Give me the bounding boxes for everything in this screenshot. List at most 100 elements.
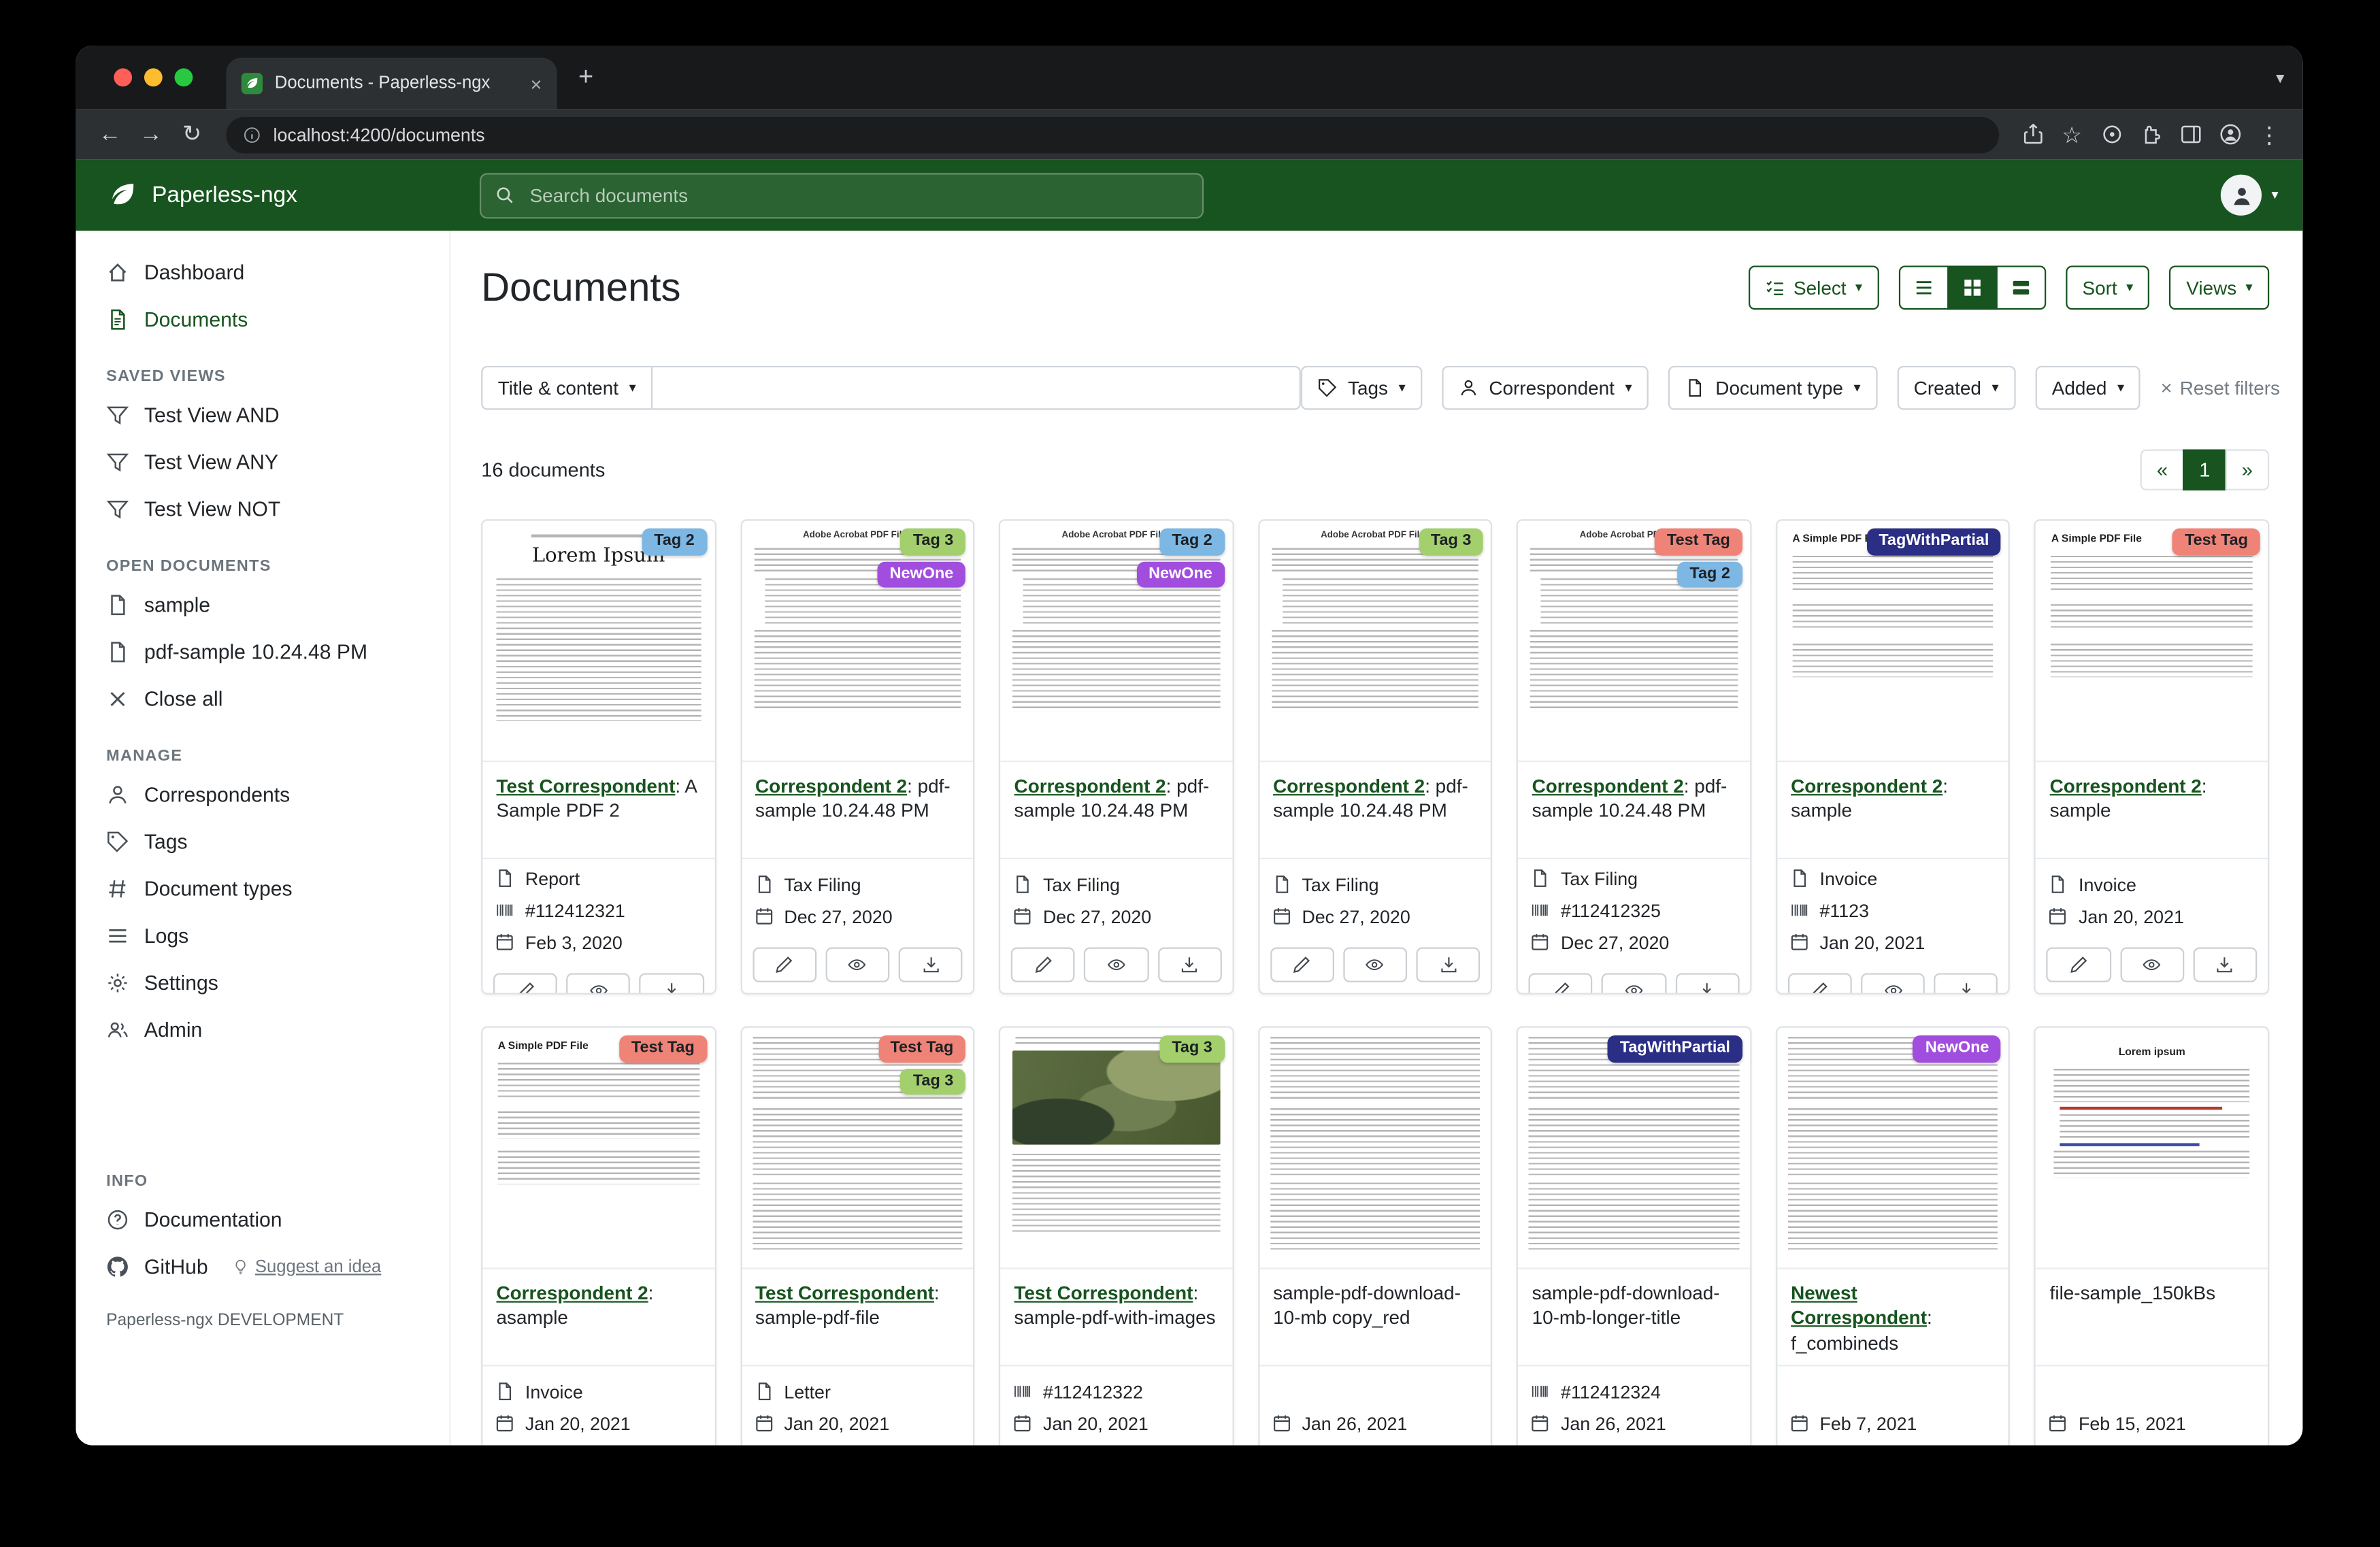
tag-badge[interactable]: Test Tag bbox=[878, 1035, 966, 1062]
sidebar-item-dashboard[interactable]: Dashboard bbox=[76, 249, 450, 296]
document-thumbnail[interactable]: A Simple PDF File Test Tag bbox=[2036, 520, 2268, 762]
correspondent-filter-button[interactable]: Correspondent ▾ bbox=[1442, 366, 1649, 410]
app-brand[interactable]: Paperless-ngx bbox=[106, 179, 297, 211]
correspondent-link[interactable]: Test Correspondent bbox=[1014, 1283, 1193, 1304]
correspondent-link[interactable]: Test Correspondent bbox=[497, 776, 676, 797]
tag-badge[interactable]: TagWithPartial bbox=[1608, 1035, 1742, 1062]
browser-tab[interactable]: Documents - Paperless-ngx × bbox=[226, 58, 557, 110]
document-card[interactable]: A Simple PDF File Test Tag Correspondent… bbox=[2034, 519, 2269, 994]
tag-badge[interactable]: Tag 3 bbox=[901, 1068, 965, 1095]
minimize-window-button[interactable] bbox=[144, 68, 163, 86]
edit-button[interactable] bbox=[493, 973, 557, 994]
document-thumbnail[interactable] bbox=[1259, 1028, 1491, 1269]
title-content-input[interactable] bbox=[652, 366, 1301, 410]
views-button[interactable]: Views ▾ bbox=[2170, 266, 2269, 310]
tag-badge[interactable]: Tag 3 bbox=[901, 529, 965, 555]
prev-page-button[interactable]: « bbox=[2141, 450, 2185, 490]
view-button[interactable] bbox=[825, 948, 889, 982]
tag-badge[interactable]: TagWithPartial bbox=[1867, 529, 2002, 555]
sidebar-item-test-view-any[interactable]: Test View ANY bbox=[76, 439, 450, 486]
download-button[interactable] bbox=[1675, 973, 1739, 994]
edit-button[interactable] bbox=[753, 948, 816, 982]
detail-view-button[interactable] bbox=[1996, 266, 2046, 310]
edit-button[interactable] bbox=[2047, 948, 2111, 982]
tag-badge[interactable]: Tag 3 bbox=[1160, 1035, 1225, 1062]
correspondent-link[interactable]: Correspondent 2 bbox=[2050, 776, 2202, 797]
sidebar-item-sample[interactable]: sample bbox=[76, 582, 450, 629]
download-button[interactable] bbox=[1934, 973, 1998, 994]
sidebar-item-pdf-sample-10-24-48-pm[interactable]: pdf-sample 10.24.48 PM bbox=[76, 629, 450, 676]
reload-button[interactable]: ↻ bbox=[173, 123, 211, 146]
current-page-button[interactable]: 1 bbox=[2183, 450, 2227, 490]
document-thumbnail[interactable]: Adobe Acrobat PDF Files Tag 3 bbox=[1259, 520, 1491, 762]
download-button[interactable] bbox=[1417, 948, 1481, 982]
correspondent-link[interactable]: Correspondent 2 bbox=[1791, 776, 1943, 797]
document-card[interactable]: Adobe Acrobat PDF Files Tag 3 Correspond… bbox=[1258, 519, 1493, 994]
created-filter-button[interactable]: Created ▾ bbox=[1897, 366, 2015, 410]
sidebar-item-logs[interactable]: Logs bbox=[76, 912, 450, 959]
tags-filter-button[interactable]: Tags ▾ bbox=[1301, 366, 1422, 410]
forward-button[interactable]: → bbox=[132, 123, 170, 146]
document-card[interactable]: Adobe Acrobat PDF Files Tag 3NewOne Corr… bbox=[740, 519, 975, 994]
correspondent-link[interactable]: Test Correspondent bbox=[755, 1283, 934, 1304]
document-thumbnail[interactable]: Adobe Acrobat PDF Files Tag 3NewOne bbox=[742, 520, 973, 762]
sort-button[interactable]: Sort ▾ bbox=[2066, 266, 2150, 310]
list-view-button[interactable] bbox=[1899, 266, 1949, 310]
view-button[interactable] bbox=[567, 973, 631, 994]
extensions-puzzle-icon[interactable] bbox=[2132, 116, 2169, 153]
view-button[interactable] bbox=[1602, 973, 1666, 994]
document-thumbnail[interactable]: NewOne bbox=[1777, 1028, 2009, 1269]
zoom-window-button[interactable] bbox=[175, 68, 193, 86]
sidebar-item-close-all[interactable]: Close all bbox=[76, 676, 450, 722]
side-panel-icon[interactable] bbox=[2172, 116, 2209, 153]
tag-badge[interactable]: Tag 2 bbox=[1160, 529, 1225, 555]
document-card[interactable]: Lorem ipsum file-sample_150kBs Feb 15, 2… bbox=[2034, 1027, 2269, 1446]
document-card[interactable]: Lorem Ipsum Tag 2 Test Correspondent: A … bbox=[481, 519, 716, 994]
sidebar-item-documents[interactable]: Documents bbox=[76, 296, 450, 343]
sidebar-item-document-types[interactable]: Document types bbox=[76, 865, 450, 912]
sidebar-item-github[interactable]: GitHubSuggest an idea bbox=[76, 1244, 450, 1291]
close-window-button[interactable] bbox=[114, 68, 132, 86]
document-thumbnail[interactable]: Adobe Acrobat PDF Files Test TagTag 2 bbox=[1519, 520, 1750, 762]
document-thumbnail[interactable]: Tag 3 bbox=[1000, 1028, 1232, 1269]
document-thumbnail[interactable]: A Simple PDF File TagWithPartial bbox=[1777, 520, 2009, 762]
document-thumbnail[interactable]: A Simple PDF File Test Tag bbox=[482, 1028, 714, 1269]
reset-filters-link[interactable]: × Reset filters bbox=[2161, 376, 2280, 399]
correspondent-link[interactable]: Correspondent 2 bbox=[497, 1283, 648, 1304]
tag-badge[interactable]: NewOne bbox=[1913, 1035, 2001, 1062]
tag-badge[interactable]: NewOne bbox=[1136, 561, 1224, 588]
document-card[interactable]: A Simple PDF File Test Tag Correspondent… bbox=[481, 1027, 716, 1446]
document-thumbnail[interactable]: Test Tag Tag 3 bbox=[742, 1028, 973, 1269]
document-card[interactable]: Adobe Acrobat PDF Files Test TagTag 2 Co… bbox=[1517, 519, 1751, 994]
tag-badge[interactable]: Tag 2 bbox=[642, 529, 706, 555]
browser-menu-kebab-icon[interactable]: ⋮ bbox=[2251, 116, 2287, 153]
tag-badge[interactable]: Tag 3 bbox=[1419, 529, 1483, 555]
sidebar-item-tags[interactable]: Tags bbox=[76, 818, 450, 865]
bookmark-star-icon[interactable]: ☆ bbox=[2053, 116, 2090, 153]
browser-profile-avatar[interactable] bbox=[2211, 116, 2248, 153]
global-search[interactable] bbox=[480, 172, 1204, 218]
document-thumbnail[interactable]: Adobe Acrobat PDF Files Tag 2NewOne bbox=[1000, 520, 1232, 762]
document-card[interactable]: sample-pdf-download-10-mb copy_red Jan 2… bbox=[1258, 1027, 1493, 1446]
back-button[interactable]: ← bbox=[91, 123, 129, 146]
address-bar[interactable]: localhost:4200/documents bbox=[226, 116, 1999, 153]
download-button[interactable] bbox=[640, 973, 704, 994]
document-thumbnail[interactable]: Lorem Ipsum Tag 2 bbox=[482, 520, 714, 762]
site-info-icon[interactable] bbox=[243, 125, 261, 144]
edit-button[interactable] bbox=[1529, 973, 1593, 994]
select-button[interactable]: Select ▾ bbox=[1748, 266, 1879, 310]
download-button[interactable] bbox=[2193, 948, 2257, 982]
tag-badge[interactable]: Tag 2 bbox=[1678, 561, 1742, 588]
document-card[interactable]: Tag 3 Test Correspondent: sample-pdf-wit… bbox=[999, 1027, 1234, 1446]
correspondent-link[interactable]: Correspondent 2 bbox=[1532, 776, 1684, 797]
sidebar-item-settings[interactable]: Settings bbox=[76, 959, 450, 1006]
sidebar-item-documentation[interactable]: Documentation bbox=[76, 1197, 450, 1244]
sidebar-item-test-view-not[interactable]: Test View NOT bbox=[76, 486, 450, 533]
extension-icon[interactable] bbox=[2093, 116, 2130, 153]
suggest-idea-link[interactable]: Suggest an idea bbox=[232, 1258, 381, 1276]
added-filter-button[interactable]: Added ▾ bbox=[2035, 366, 2141, 410]
correspondent-link[interactable]: Correspondent 2 bbox=[1014, 776, 1166, 797]
edit-button[interactable] bbox=[1011, 948, 1075, 982]
tag-badge[interactable]: Test Tag bbox=[2172, 529, 2260, 555]
document-card[interactable]: A Simple PDF File TagWithPartial Corresp… bbox=[1776, 519, 2011, 994]
